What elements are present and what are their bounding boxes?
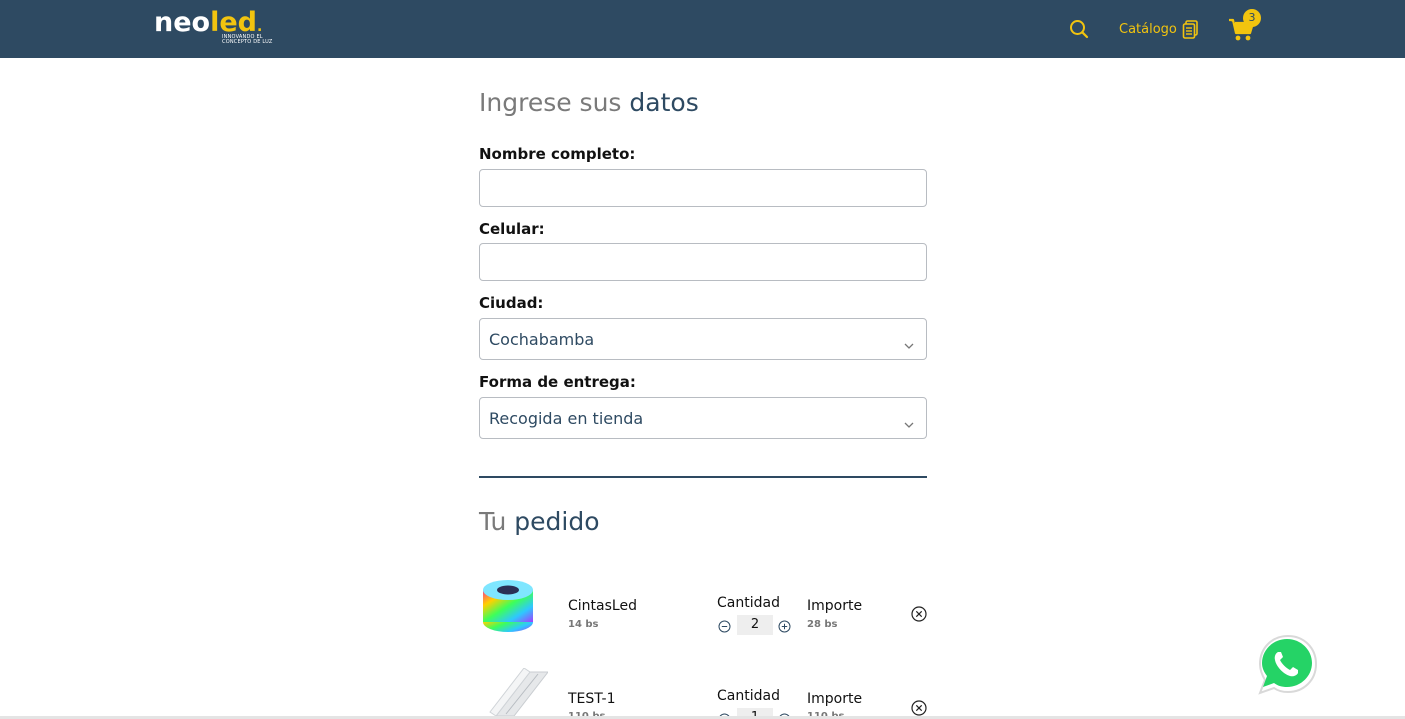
amount-label: Importe bbox=[807, 598, 863, 614]
form-title: Ingrese sus datos bbox=[479, 88, 699, 117]
amount-value: 28 bs bbox=[807, 619, 838, 630]
item-thumbnail-profile bbox=[486, 667, 550, 719]
minus-circle-icon[interactable] bbox=[718, 618, 731, 633]
city-select[interactable]: Cochabamba bbox=[479, 318, 927, 360]
cart-count-badge: 3 bbox=[1243, 9, 1261, 27]
quantity-label: Cantidad bbox=[717, 595, 780, 611]
name-label: Nombre completo: bbox=[479, 145, 636, 163]
catalog-book-icon bbox=[1182, 19, 1199, 39]
section-divider bbox=[479, 476, 927, 478]
remove-item-icon[interactable] bbox=[911, 700, 927, 716]
delivery-label: Forma de entrega: bbox=[479, 373, 636, 391]
neoled-logo[interactable]: neoled. INNOVANDO EL CONCEPTO DE LUZ bbox=[154, 9, 284, 47]
top-navbar: neoled. INNOVANDO EL CONCEPTO DE LUZ Cat… bbox=[0, 0, 1405, 58]
phone-input[interactable] bbox=[479, 243, 927, 281]
delivery-select[interactable]: Recogida en tienda bbox=[479, 397, 927, 439]
item-name: TEST-1 bbox=[568, 691, 616, 707]
whatsapp-icon[interactable] bbox=[1252, 633, 1322, 701]
item-thumbnail-ledstrip bbox=[480, 578, 536, 634]
quantity-value[interactable]: 2 bbox=[737, 615, 773, 635]
phone-label: Celular: bbox=[479, 220, 545, 238]
order-title: Tu pedido bbox=[479, 507, 600, 536]
full-name-input[interactable] bbox=[479, 169, 927, 207]
delivery-selected-value: Recogida en tienda bbox=[489, 409, 644, 428]
catalog-label: Catálogo bbox=[1119, 21, 1177, 37]
catalog-link[interactable]: Catálogo bbox=[1119, 19, 1199, 39]
amount-label: Importe bbox=[807, 691, 863, 707]
remove-item-icon[interactable] bbox=[911, 606, 927, 622]
chevron-down-icon bbox=[904, 335, 914, 349]
city-label: Ciudad: bbox=[479, 294, 544, 312]
logo-tagline: INNOVANDO EL CONCEPTO DE LUZ bbox=[222, 34, 273, 45]
item-name: CintasLed bbox=[568, 598, 637, 614]
item-unit-price: 14 bs bbox=[568, 619, 599, 630]
chevron-down-icon bbox=[904, 414, 914, 428]
plus-circle-icon[interactable] bbox=[778, 618, 791, 633]
search-icon[interactable] bbox=[1068, 18, 1090, 40]
quantity-label: Cantidad bbox=[717, 688, 780, 704]
city-selected-value: Cochabamba bbox=[489, 330, 595, 349]
